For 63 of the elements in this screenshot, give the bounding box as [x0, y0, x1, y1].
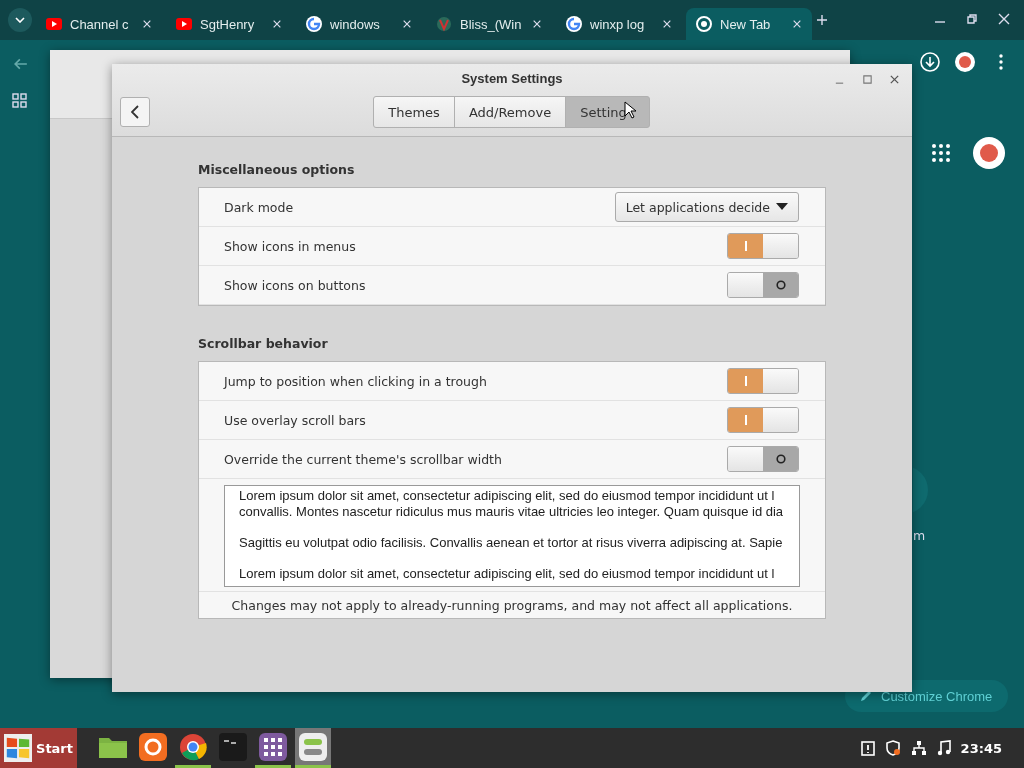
toggle-icon[interactable] — [295, 728, 331, 768]
globe-icon — [436, 16, 452, 32]
tab[interactable]: Themes — [373, 96, 455, 128]
toggle-switch[interactable] — [727, 233, 799, 259]
chevron-left-icon — [131, 105, 139, 119]
tab-search-button[interactable] — [8, 8, 32, 32]
window-title: System Settings — [461, 71, 563, 86]
setting-label: Dark mode — [224, 199, 294, 215]
shortcut-label[interactable]: m — [913, 528, 926, 543]
music-note-icon[interactable] — [936, 740, 951, 756]
apps-grid-icon[interactable] — [932, 144, 950, 162]
browser-tab[interactable]: New Tab — [686, 8, 812, 40]
setting-label: Show icons on buttons — [224, 277, 366, 293]
setting-label: Show icons in menus — [224, 238, 356, 254]
browser-tab[interactable]: SgtHenry — [166, 8, 292, 40]
avatar-icon[interactable] — [955, 52, 975, 72]
download-icon[interactable] — [920, 52, 940, 72]
bar-icon — [744, 241, 747, 251]
avatar-icon[interactable] — [973, 137, 1005, 169]
play-icon — [176, 18, 192, 30]
apps-grid-icon[interactable] — [12, 93, 27, 108]
toggle-switch[interactable] — [727, 446, 799, 472]
chevron-down-icon — [15, 17, 25, 23]
circle-icon — [775, 280, 786, 290]
caret-icon — [776, 203, 788, 211]
bar-icon — [744, 415, 747, 425]
toggle-switch[interactable] — [727, 368, 799, 394]
mouse-pointer-icon — [624, 101, 636, 119]
close-icon[interactable] — [889, 74, 900, 85]
clock[interactable]: 23:45 — [960, 740, 1002, 756]
setting-label: Jump to position when clicking in a trough — [224, 373, 487, 389]
browser-tab[interactable]: windows — [296, 8, 422, 40]
browser-tab[interactable]: winxp log — [556, 8, 682, 40]
bar-icon — [744, 376, 747, 386]
back-arrow-icon[interactable] — [14, 57, 28, 71]
ring-icon — [306, 16, 322, 32]
network-icon[interactable] — [910, 740, 927, 756]
toggle-switch[interactable] — [727, 407, 799, 433]
back-button[interactable] — [120, 97, 150, 127]
browser-tab[interactable]: Channel c — [36, 8, 162, 40]
setting-label: Use overlay scroll bars — [224, 412, 366, 428]
shield-icon[interactable] — [884, 740, 901, 756]
tab[interactable]: Add/Remove — [453, 96, 567, 128]
browser-tab[interactable]: Bliss_(Win — [426, 8, 552, 40]
toggle-switch[interactable] — [727, 272, 799, 298]
start-button[interactable]: Start — [0, 728, 77, 768]
setting-label: Override the current theme's scrollbar width — [224, 451, 502, 467]
footnote: Changes may not apply to already-running programs, and may not affect all applications. — [199, 591, 825, 618]
section-heading: Miscellaneous options — [198, 162, 356, 177]
dropdown[interactable]: Let applications decide — [614, 192, 799, 222]
ring-icon — [566, 16, 582, 32]
browser-icon — [696, 16, 712, 32]
flag-logo-icon — [4, 733, 32, 763]
pencil-icon — [859, 689, 873, 703]
section-heading: Scrollbar behavior — [198, 336, 329, 351]
text-view[interactable]: Lorem ipsum dolor sit amet, consectetur adipiscing elit, sed do eiusmod tempor incididunt ut l convallis. Montes nascetur ridiculus mus mauris vitae ultricies leo integer. Quam quisque id dia Sagittis eu volutpat odio facilisis. Convallis aenean et tortor at risus viverra adipiscing at. Sapie Lorem ipsum dolor sit amet, consectetur adipiscing elit, sed do eiusmod tempor incididunt ut l — [224, 485, 800, 587]
restore-icon[interactable] — [966, 13, 978, 25]
play-icon — [46, 18, 62, 30]
clipboard-icon[interactable] — [860, 740, 875, 756]
circle-icon — [775, 454, 786, 464]
plus-icon[interactable] — [816, 14, 828, 26]
more-menu-icon[interactable] — [998, 54, 1004, 70]
maximize-icon[interactable] — [862, 74, 873, 85]
